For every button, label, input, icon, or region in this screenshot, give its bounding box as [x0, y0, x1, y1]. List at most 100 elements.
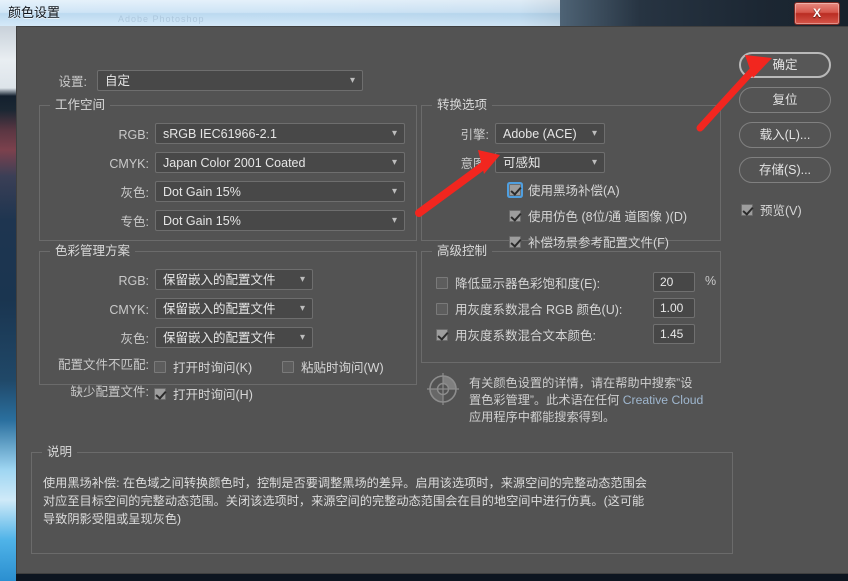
settings-select-value: 自定 [105, 74, 131, 88]
chevron-down-icon: ▾ [391, 157, 397, 168]
ws-cmyk-label: CMYK: [109, 157, 149, 171]
info-note-line2-text: 置色彩管理”。此术语在任何 [469, 393, 623, 407]
mismatch-open-checkbox[interactable]: 打开时询问(K) [154, 357, 252, 376]
checkbox-box-icon [509, 209, 521, 222]
intent-label: 意图: [460, 157, 489, 171]
chevron-down-icon: ▾ [299, 274, 305, 285]
pol-cmyk-value: 保留嵌入的配置文件 [163, 302, 276, 316]
missing-label: 缺少配置文件: [70, 385, 149, 399]
checkbox-box-icon [741, 203, 753, 216]
pol-cmyk-label: CMYK: [109, 303, 149, 317]
blend-rgb-value-input[interactable]: 1.00 [653, 298, 695, 318]
chevron-down-icon: ▾ [299, 303, 305, 314]
window-title-ghost-text: Adobe Photoshop [118, 14, 205, 24]
ws-gray-value: Dot Gain 15% [163, 185, 241, 199]
pol-cmyk-select[interactable]: 保留嵌入的配置文件 ▾ [155, 298, 313, 319]
black-point-compensation-checkbox[interactable]: 使用黑场补偿(A) [509, 180, 620, 199]
settings-label: 设置: [58, 75, 87, 89]
ws-cmyk-value: Japan Color 2001 Coated [163, 156, 306, 170]
mismatch-paste-label: 粘贴时询问(W) [301, 361, 384, 375]
preview-checkbox[interactable]: 预览(V) [741, 200, 802, 219]
pol-gray-label: 灰色: [120, 332, 149, 346]
blend-text-checkbox[interactable]: 用灰度系数混合文本颜色: [436, 325, 596, 344]
chevron-down-icon: ▾ [391, 215, 397, 226]
blend-rgb-checkbox[interactable]: 用灰度系数混合 RGB 颜色(U): [436, 299, 622, 318]
description-body: 使用黑场补偿: 在色域之间转换颜色时，控制是否要调整黑场的差异。启用该选项时，来… [43, 474, 723, 528]
mismatch-open-label: 打开时询问(K) [173, 361, 253, 375]
scene-referred-profiles-checkbox[interactable]: 补偿场景参考配置文件(F) [509, 232, 669, 251]
settings-select[interactable]: 自定 ▾ [97, 70, 363, 91]
close-button[interactable]: X [794, 2, 840, 25]
pol-rgb-value: 保留嵌入的配置文件 [163, 273, 276, 287]
advanced-controls-title: 高级控制 [432, 244, 493, 258]
pol-gray-value: 保留嵌入的配置文件 [163, 331, 276, 345]
info-note: 有关颜色设置的详情，请在帮助中搜索”设 置色彩管理”。此术语在任何 Creati… [469, 375, 737, 426]
pol-gray-select[interactable]: 保留嵌入的配置文件 ▾ [155, 327, 313, 348]
checkbox-box-icon [282, 360, 294, 373]
chevron-down-icon: ▾ [591, 128, 597, 139]
ws-rgb-value: sRGB IEC61966-2.1 [163, 127, 277, 141]
pol-rgb-label: RGB: [118, 274, 149, 288]
desaturate-value-input[interactable]: 20 [653, 272, 695, 292]
checkbox-box-icon [436, 276, 448, 289]
dither-label: 使用仿色 (8位/通 道图像 )(D) [528, 210, 688, 224]
mismatch-label: 配置文件不匹配: [58, 358, 149, 372]
missing-open-checkbox[interactable]: 打开时询问(H) [154, 384, 253, 403]
chevron-down-icon: ▾ [391, 128, 397, 139]
desaturate-monitor-checkbox[interactable]: 降低显示器色彩饱和度(E): [436, 273, 600, 292]
checkbox-box-icon [436, 302, 448, 315]
blend-text-label: 用灰度系数混合文本颜色: [455, 329, 596, 343]
ws-spot-label: 专色: [120, 215, 149, 229]
window-title: 颜色设置 [8, 5, 61, 20]
description-line3: 导致阴影受阻或呈现灰色) [43, 512, 182, 526]
intent-select[interactable]: 可感知 ▾ [495, 152, 605, 173]
black-point-compensation-label: 使用黑场补偿(A) [528, 184, 620, 198]
checkbox-box-icon [154, 387, 166, 400]
blend-rgb-label: 用灰度系数混合 RGB 颜色(U): [455, 303, 623, 317]
checkbox-box-icon [436, 328, 448, 341]
ws-spot-select[interactable]: Dot Gain 15% ▾ [155, 210, 405, 231]
ws-rgb-select[interactable]: sRGB IEC61966-2.1 ▾ [155, 123, 405, 144]
save-button[interactable]: 存储(S)... [739, 157, 831, 183]
info-note-creative-cloud: Creative Cloud [622, 393, 704, 407]
policies-title: 色彩管理方案 [50, 244, 136, 258]
description-line2: 对应至目标空间的完整动态范围。关闭该选项时，来源空间的完整动态范围会在目的地空间… [43, 494, 645, 508]
reset-button[interactable]: 复位 [739, 87, 831, 113]
desaturate-monitor-label: 降低显示器色彩饱和度(E): [455, 277, 601, 291]
missing-open-label: 打开时询问(H) [173, 388, 253, 402]
description-line1: 使用黑场补偿: 在色域之间转换颜色时，控制是否要调整黑场的差异。启用该选项时，来… [43, 476, 647, 490]
info-note-line1: 有关颜色设置的详情，请在帮助中搜索”设 [469, 376, 693, 390]
desktop-background-strip [0, 0, 16, 581]
ok-button[interactable]: 确定 [739, 52, 831, 78]
chevron-down-icon: ▾ [299, 332, 305, 343]
checkbox-box-icon [509, 183, 521, 196]
engine-value: Adobe (ACE) [503, 127, 577, 141]
ws-rgb-label: RGB: [118, 128, 149, 142]
info-note-line3: 应用程序中都能搜索得到。 [469, 410, 616, 424]
engine-label: 引擎: [460, 128, 489, 142]
color-settings-dialog: 设置: 自定 ▾ 工作空间 RGB: sRGB IEC61966-2.1 ▾ C… [16, 26, 848, 574]
ws-gray-select[interactable]: Dot Gain 15% ▾ [155, 181, 405, 202]
working-spaces-title: 工作空间 [50, 98, 111, 112]
description-title: 说明 [42, 445, 78, 459]
load-button[interactable]: 载入(L)... [739, 122, 831, 148]
conversion-options-title: 转换选项 [432, 98, 493, 112]
ws-cmyk-select[interactable]: Japan Color 2001 Coated ▾ [155, 152, 405, 173]
ws-spot-value: Dot Gain 15% [163, 214, 241, 228]
preview-label: 预览(V) [760, 204, 802, 218]
dither-checkbox[interactable]: 使用仿色 (8位/通 道图像 )(D) [509, 206, 687, 225]
scene-referred-profiles-label: 补偿场景参考配置文件(F) [528, 236, 669, 250]
checkbox-box-icon [154, 360, 166, 373]
desaturate-unit: % [705, 274, 717, 288]
mismatch-paste-checkbox[interactable]: 粘贴时询问(W) [282, 357, 384, 376]
window-title-bar[interactable]: 颜色设置 Adobe Photoshop X [0, 0, 848, 26]
chevron-down-icon: ▾ [391, 186, 397, 197]
engine-select[interactable]: Adobe (ACE) ▾ [495, 123, 605, 144]
chevron-down-icon: ▾ [349, 75, 355, 86]
blend-text-value-input[interactable]: 1.45 [653, 324, 695, 344]
checkbox-box-icon [509, 235, 521, 248]
info-note-line2: 置色彩管理”。此术语在任何 Creative Cloud [469, 392, 737, 409]
pol-rgb-select[interactable]: 保留嵌入的配置文件 ▾ [155, 269, 313, 290]
ws-gray-label: 灰色: [120, 186, 149, 200]
screen: 颜色设置 Adobe Photoshop X 设置: 自定 ▾ 工作空间 RGB… [0, 0, 848, 581]
